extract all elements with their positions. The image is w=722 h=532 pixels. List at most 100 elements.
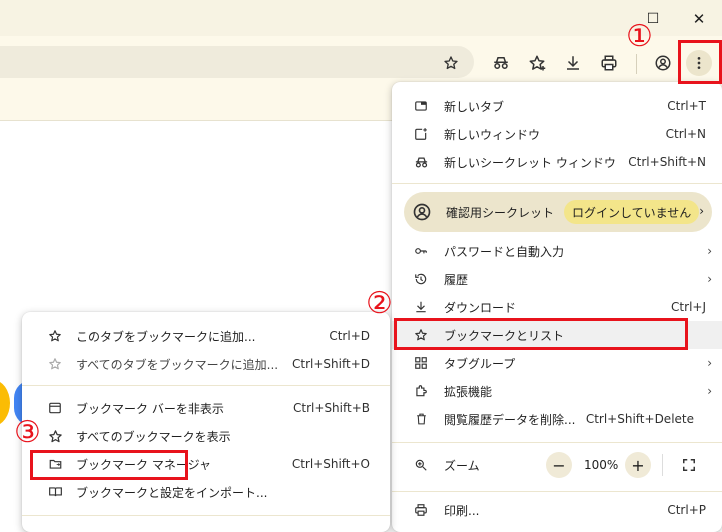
tab-groups-icon xyxy=(412,354,430,372)
login-status-badge[interactable]: ログインしていません xyxy=(564,200,700,224)
menu-item-label: ブックマーク バーを非表示 xyxy=(76,401,224,416)
menu-item-shortcut: Ctrl+D xyxy=(329,329,370,343)
incognito-icon xyxy=(494,57,508,69)
menu-import-bookmarks[interactable]: ブックマークと設定をインポート... xyxy=(22,478,390,506)
annotation-number-1: ① xyxy=(626,19,653,54)
menu-item-label: すべてのブックマークを表示 xyxy=(76,429,231,444)
menu-print[interactable]: 印刷... Ctrl+P xyxy=(392,496,722,524)
menu-item-shortcut: Ctrl+Shift+Delete xyxy=(585,412,694,426)
book-icon xyxy=(46,483,64,501)
menu-new-window[interactable]: 新しいウィンドウ Ctrl+N xyxy=(392,120,722,148)
close-icon: ✕ xyxy=(692,10,706,28)
incognito-icon xyxy=(412,153,430,171)
menu-item-label: 新しいウィンドウ xyxy=(444,127,541,142)
menu-zoom-row: ズーム − 100% + xyxy=(392,450,722,480)
chrome-main-menu: 新しいタブ Ctrl+T 新しいウィンドウ Ctrl+N 新しいシークレット ウ… xyxy=(392,82,722,532)
chevron-right-icon: › xyxy=(707,384,712,398)
download-icon xyxy=(567,56,579,70)
menu-bookmark-this-tab[interactable]: このタブをブックマークに追加... Ctrl+D xyxy=(22,322,390,350)
menu-item-label: このタブをブックマークに追加... xyxy=(76,329,256,344)
address-bar[interactable] xyxy=(0,46,474,78)
menu-item-shortcut: Ctrl+Shift+D xyxy=(292,357,370,371)
profile-row[interactable]: 確認用シークレット ログインしていません › xyxy=(404,192,712,232)
print-icon xyxy=(412,501,430,519)
bookmarks-submenu: このタブをブックマークに追加... Ctrl+D すべてのタブをブックマークに追… xyxy=(22,312,390,532)
zoom-in-button[interactable]: + xyxy=(625,452,651,478)
highlight-more-menu xyxy=(678,40,722,84)
menu-item-label: 閲覧履歴データを削除... xyxy=(444,412,576,427)
new-window-icon xyxy=(412,125,430,143)
star-icon xyxy=(46,327,64,345)
zoom-level: 100% xyxy=(584,458,619,472)
incognito-button[interactable] xyxy=(488,50,514,76)
chevron-right-icon: › xyxy=(699,204,704,218)
menu-item-label: ダウンロード xyxy=(444,300,517,315)
zoom-icon xyxy=(412,456,430,474)
annotation-number-3: ③ xyxy=(14,415,41,450)
history-icon xyxy=(412,270,430,288)
menu-downloads[interactable]: ダウンロード Ctrl+J xyxy=(392,293,722,321)
menu-divider xyxy=(392,442,722,443)
toolbar-divider xyxy=(636,54,637,74)
profile-name: 確認用シークレット xyxy=(446,206,555,220)
menu-item-shortcut: Ctrl+J xyxy=(671,300,706,314)
menu-item-shortcut: Ctrl+Shift+B xyxy=(293,401,370,415)
menu-divider xyxy=(392,183,722,184)
menu-item-label: ブックマークと設定をインポート... xyxy=(76,485,268,500)
bookmark-star-button[interactable] xyxy=(438,50,464,76)
menu-item-shortcut: Ctrl+N xyxy=(665,127,706,141)
chevron-right-icon: › xyxy=(707,272,712,286)
bookmarks-star-icon xyxy=(529,55,546,71)
menu-item-label: タブグループ xyxy=(444,356,516,371)
menu-clear-browsing-data[interactable]: 閲覧履歴データを削除... Ctrl+Shift+Delete xyxy=(392,405,722,433)
puzzle-icon xyxy=(412,382,430,400)
menu-divider xyxy=(392,491,722,492)
menu-item-label: 新しいタブ xyxy=(444,99,505,114)
menu-item-label: 履歴 xyxy=(444,272,469,287)
menu-item-shortcut: Ctrl+T xyxy=(667,99,706,113)
menu-hide-bookmark-bar[interactable]: ブックマーク バーを非表示 Ctrl+Shift+B xyxy=(22,394,390,422)
close-window-button[interactable]: ✕ xyxy=(684,6,714,32)
menu-new-incognito-window[interactable]: 新しいシークレット ウィンドウ Ctrl+Shift+N xyxy=(392,148,722,176)
new-tab-icon xyxy=(412,97,430,115)
menu-item-label: ズーム xyxy=(444,458,480,473)
star-icon xyxy=(444,56,458,70)
downloads-button[interactable] xyxy=(560,50,586,76)
menu-item-label: パスワードと自動入力 xyxy=(444,244,565,259)
trash-icon xyxy=(412,410,430,428)
bookmark-bar-icon xyxy=(46,399,64,417)
menu-item-shortcut: Ctrl+Shift+O xyxy=(291,457,370,471)
fullscreen-button[interactable] xyxy=(676,452,702,478)
bookmarks-button[interactable] xyxy=(524,50,550,76)
menu-item-shortcut: Ctrl+P xyxy=(667,503,706,517)
highlight-bookmark-manager xyxy=(30,450,188,480)
menu-show-all-bookmarks[interactable]: すべてのブックマークを表示 xyxy=(22,422,390,450)
star-outline-icon xyxy=(46,355,64,373)
menu-passwords-autofill[interactable]: パスワードと自動入力 › xyxy=(392,237,722,265)
annotation-number-2: ② xyxy=(366,286,393,321)
stars-icon xyxy=(46,427,64,445)
page-logo-yellow xyxy=(0,380,10,426)
menu-item-label: 印刷... xyxy=(444,503,480,518)
key-icon xyxy=(412,242,430,260)
chevron-right-icon: › xyxy=(707,356,712,370)
menu-new-tab[interactable]: 新しいタブ Ctrl+T xyxy=(392,92,722,120)
menu-tab-groups[interactable]: タブグループ › xyxy=(392,349,722,377)
menu-bookmark-all-tabs[interactable]: すべてのタブをブックマークに追加... Ctrl+Shift+D xyxy=(22,350,390,378)
print-button[interactable] xyxy=(596,50,622,76)
download-icon xyxy=(412,298,430,316)
menu-extensions[interactable]: 拡張機能 › xyxy=(392,377,722,405)
menu-item-label: 新しいシークレット ウィンドウ xyxy=(444,155,616,170)
fullscreen-icon xyxy=(683,459,695,471)
zoom-out-button[interactable]: − xyxy=(546,452,572,478)
menu-item-label: 拡張機能 xyxy=(444,384,493,399)
print-icon xyxy=(601,55,617,71)
chevron-right-icon: › xyxy=(707,244,712,258)
zoom-divider xyxy=(662,454,663,476)
profile-button[interactable] xyxy=(650,50,676,76)
menu-divider xyxy=(22,515,390,516)
highlight-bookmarks-and-lists xyxy=(394,318,688,350)
menu-item-label: すべてのタブをブックマークに追加... xyxy=(76,357,279,372)
title-bar: ☐ ✕ xyxy=(0,0,722,36)
menu-history[interactable]: 履歴 › xyxy=(392,265,722,293)
